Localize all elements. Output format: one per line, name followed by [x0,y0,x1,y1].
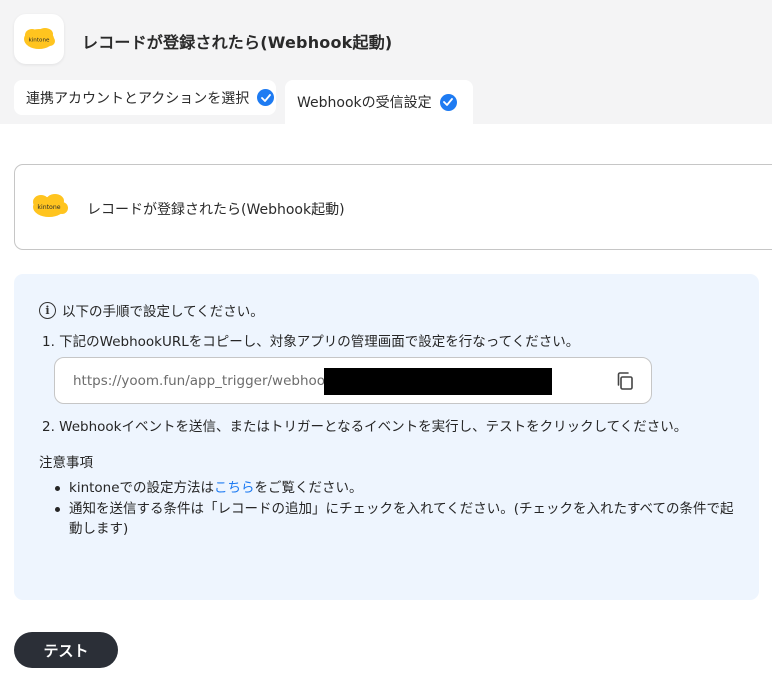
notes-title: 注意事項 [39,455,93,471]
webhook-url-text[interactable]: https://yoom.fun/app_trigger/webhook [73,373,333,389]
tab-account-action[interactable]: 連携アカウントとアクションを選択 [14,80,276,115]
trigger-label: レコードが登録されたら(Webhook起動) [87,202,345,218]
note-text: kintoneでの設定方法は [69,480,215,496]
test-button[interactable]: テスト [14,632,118,668]
notes-list: kintoneでの設定方法はこちらをご覧ください。 通知を送信する条件は「レコー… [52,478,742,540]
kintone-logo: kintone [14,14,64,64]
instruction-step-2: 2. Webhookイベントを送信、またはトリガーとなるイベントを実行し、テスト… [42,419,688,435]
info-icon: i [39,301,56,319]
webhook-url-field[interactable]: https://yoom.fun/app_trigger/webhook [54,357,652,404]
instruction-step-1: 1. 下記のWebhookURLをコピーし、対象アプリの管理画面で設定を行なって… [42,334,580,350]
help-link[interactable]: こちら [214,480,255,496]
tab-label: Webhookの受信設定 [297,95,432,111]
kintone-cloud-icon: kintone [33,194,68,217]
instructions-heading: i 以下の手順で設定してください。 [39,300,264,320]
page-title: レコードが登録されたら(Webhook起動) [82,33,393,52]
header-area: kintone レコードが登録されたら(Webhook起動) 連携アカウントとア… [0,0,772,124]
instructions-box: i 以下の手順で設定してください。 1. 下記のWebhookURLをコピーし、… [14,274,759,600]
tab-label: 連携アカウントとアクションを選択 [26,90,250,107]
instructions-heading-text: 以下の手順で設定してください。 [62,304,264,320]
note-item: kintoneでの設定方法はこちらをご覧ください。 [52,478,742,498]
note-text: をご覧ください。 [254,480,363,496]
check-circle-icon [257,89,275,106]
note-item: 通知を送信する条件は「レコードの追加」にチェックを入れてください。(チェックを入… [52,499,742,539]
check-circle-icon [439,93,457,111]
copy-icon[interactable] [615,371,635,391]
kintone-logo-text: kintone [29,38,50,44]
kintone-logo-text: kintone [37,204,60,211]
tab-webhook-settings[interactable]: Webhookの受信設定 [285,80,473,124]
kintone-logo: kintone [30,192,70,224]
trigger-card: kintone レコードが登録されたら(Webhook起動) [14,164,772,250]
note-text: 通知を送信する条件は「レコードの追加」にチェックを入れてください。(チェックを入… [69,501,734,537]
kintone-cloud-icon: kintone [24,28,55,49]
redacted-block [324,368,552,395]
